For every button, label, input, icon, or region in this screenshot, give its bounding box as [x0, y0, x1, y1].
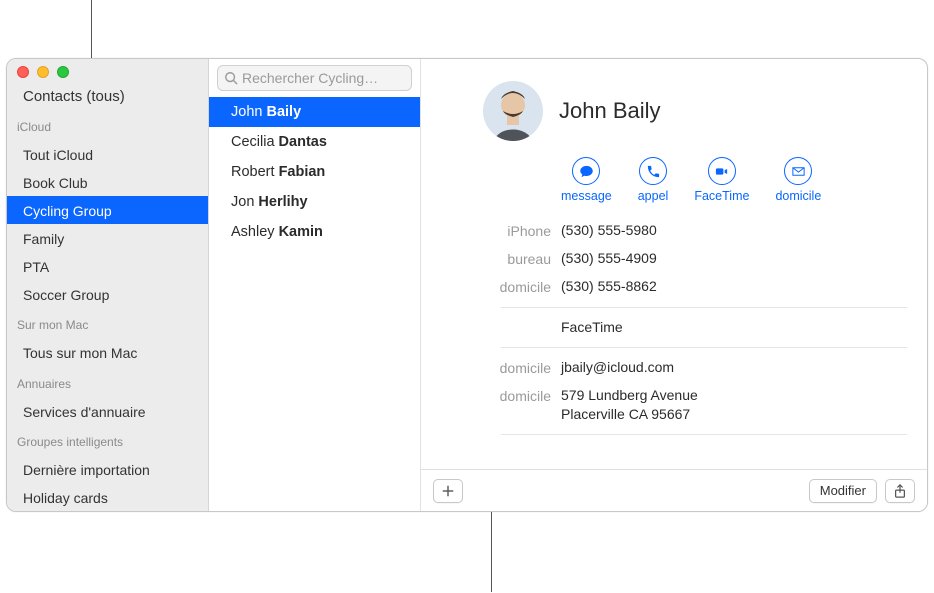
contacts-window: Contacts (tous) iCloud Tout iCloud Book …	[6, 58, 928, 512]
share-icon	[893, 484, 907, 498]
sidebar-item-cycling-group[interactable]: Cycling Group	[7, 196, 208, 224]
share-button[interactable]	[885, 479, 915, 503]
field-row-address: domicile 579 Lundberg Avenue Placerville…	[441, 382, 907, 428]
contacts-list: John Baily Cecilia Dantas Robert Fabian …	[209, 97, 420, 511]
divider	[501, 434, 907, 435]
list-item[interactable]: Ashley Kamin	[209, 217, 420, 247]
sidebar: Contacts (tous) iCloud Tout iCloud Book …	[7, 59, 209, 511]
email-value[interactable]: jbaily@icloud.com	[561, 358, 674, 377]
sidebar-item-holiday-cards[interactable]: Holiday cards	[7, 483, 208, 511]
callout-line-bottom	[491, 512, 492, 592]
sidebar-item-tout-icloud[interactable]: Tout iCloud	[7, 140, 208, 168]
video-icon	[708, 157, 736, 185]
sidebar-item-family[interactable]: Family	[7, 224, 208, 252]
facetime-value[interactable]: FaceTime	[561, 318, 623, 337]
divider	[501, 347, 907, 348]
field-row-email: domicile jbaily@icloud.com	[441, 354, 907, 382]
plus-icon	[441, 484, 455, 498]
search-icon	[224, 71, 238, 85]
list-item[interactable]: Robert Fabian	[209, 157, 420, 187]
contact-name: John Baily	[559, 98, 661, 124]
sidebar-item-pta[interactable]: PTA	[7, 252, 208, 280]
list-item[interactable]: Jon Herlihy	[209, 187, 420, 217]
sidebar-item-last-import[interactable]: Dernière importation	[7, 455, 208, 483]
contact-detail-pane: John Baily message appel FaceTime	[421, 59, 927, 511]
add-button[interactable]	[433, 479, 463, 503]
sidebar-item-tous-sur-mon-mac[interactable]: Tous sur mon Mac	[7, 338, 208, 366]
contact-fields: iPhone (530) 555-5980 bureau (530) 555-4…	[421, 217, 927, 441]
sidebar-heading-icloud: iCloud	[7, 110, 208, 140]
contacts-list-pane: Rechercher Cycling… John Baily Cecilia D…	[209, 59, 421, 511]
divider	[501, 307, 907, 308]
field-row-phone-iphone: iPhone (530) 555-5980	[441, 217, 907, 245]
modify-button[interactable]: Modifier	[809, 479, 877, 503]
search-field[interactable]: Rechercher Cycling…	[217, 65, 412, 91]
contact-actions: message appel FaceTime domicile	[421, 149, 927, 217]
close-window-button[interactable]	[17, 66, 29, 78]
window-controls	[7, 59, 208, 80]
action-facetime[interactable]: FaceTime	[694, 157, 749, 203]
phone-value[interactable]: (530) 555-4909	[561, 249, 657, 268]
action-mail[interactable]: domicile	[775, 157, 821, 203]
sidebar-item-all-contacts[interactable]: Contacts (tous)	[7, 80, 208, 110]
list-item[interactable]: Cecilia Dantas	[209, 127, 420, 157]
list-item[interactable]: John Baily	[209, 97, 420, 127]
field-row-facetime: FaceTime	[441, 314, 907, 341]
sidebar-item-soccer-group[interactable]: Soccer Group	[7, 280, 208, 308]
envelope-icon	[784, 157, 812, 185]
search-placeholder: Rechercher Cycling…	[242, 70, 378, 86]
phone-value[interactable]: (530) 555-5980	[561, 221, 657, 240]
minimize-window-button[interactable]	[37, 66, 49, 78]
sidebar-item-directory-services[interactable]: Services d'annuaire	[7, 397, 208, 425]
zoom-window-button[interactable]	[57, 66, 69, 78]
address-value[interactable]: 579 Lundberg Avenue Placerville CA 95667	[561, 386, 698, 424]
action-message[interactable]: message	[561, 157, 612, 203]
field-row-phone-home: domicile (530) 555-8862	[441, 273, 907, 301]
phone-icon	[639, 157, 667, 185]
sidebar-heading-on-my-mac: Sur mon Mac	[7, 308, 208, 338]
bottom-toolbar: Modifier	[421, 469, 927, 511]
callout-line-top	[91, 0, 92, 60]
sidebar-heading-directories: Annuaires	[7, 367, 208, 397]
action-call[interactable]: appel	[638, 157, 669, 203]
sidebar-item-book-club[interactable]: Book Club	[7, 168, 208, 196]
sidebar-heading-smart-groups: Groupes intelligents	[7, 425, 208, 455]
phone-value[interactable]: (530) 555-8862	[561, 277, 657, 296]
message-icon	[572, 157, 600, 185]
field-row-phone-work: bureau (530) 555-4909	[441, 245, 907, 273]
avatar[interactable]	[483, 81, 543, 141]
